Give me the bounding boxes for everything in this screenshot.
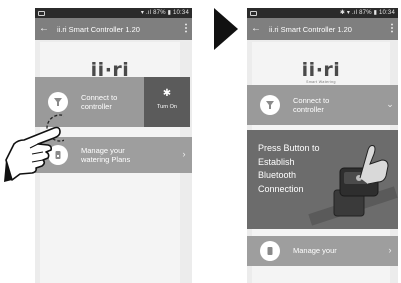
chevron-down-icon: ⌄ xyxy=(386,99,394,110)
connect-controller-row[interactable]: Connect to controller ⌄ xyxy=(247,85,398,125)
connect-controller-label: Connect to controller xyxy=(293,95,330,114)
app-bar: ← ii.ri Smart Controller 1.20 ⋮ xyxy=(247,18,398,40)
turn-on-button[interactable]: ✱ Turn On xyxy=(144,77,190,127)
chevron-right-icon: › xyxy=(388,245,392,256)
connect-controller-label: Connect to controller xyxy=(81,92,118,111)
notification-icon xyxy=(250,10,257,16)
more-menu-icon[interactable]: ⋮ xyxy=(386,18,398,40)
right-phone-screen: ✱ ▾ .ıl 87% ▮ 10:34 ← ii.ri Smart Contro… xyxy=(247,8,398,283)
status-bar: ✱ ▾ .ıl 87% ▮ 10:34 xyxy=(247,8,398,18)
app-title: ii.ri Smart Controller 1.20 xyxy=(269,24,352,34)
logo: ii·ri Smart Watering xyxy=(301,59,341,84)
back-arrow-icon[interactable]: ← xyxy=(35,18,53,40)
manage-plans-label: Manage your xyxy=(293,246,337,256)
tap-icon xyxy=(260,95,280,115)
back-arrow-icon[interactable]: ← xyxy=(247,18,265,40)
bluetooth-icon: ✱ xyxy=(162,88,172,99)
manage-watering-plans-row[interactable]: Manage your › xyxy=(247,236,398,266)
status-indicators: ✱ ▾ .ıl 87% ▮ 10:34 xyxy=(339,10,395,16)
bluetooth-instruction-panel: Press Button to Establish Bluetooth Conn… xyxy=(247,130,398,229)
status-indicators: ▾ .ıl 87% ▮ 10:34 xyxy=(140,10,189,16)
more-menu-icon[interactable]: ⋮ xyxy=(180,18,192,40)
notification-icon xyxy=(38,10,45,16)
turn-on-label: Turn On xyxy=(157,104,177,110)
status-bar: ▾ .ıl 87% ▮ 10:34 xyxy=(35,8,192,18)
plan-icon xyxy=(260,241,280,261)
chevron-right-icon: › xyxy=(182,149,186,160)
manage-plans-label: Manage your watering Plans xyxy=(81,145,131,164)
app-bar: ← ii.ri Smart Controller 1.20 ⋮ xyxy=(35,18,192,40)
transition-arrow xyxy=(214,8,238,50)
bluetooth-instruction-text: Press Button to Establish Bluetooth Conn… xyxy=(258,143,320,194)
pointing-hand-illustration xyxy=(4,114,64,182)
app-title: ii.ri Smart Controller 1.20 xyxy=(57,24,140,34)
